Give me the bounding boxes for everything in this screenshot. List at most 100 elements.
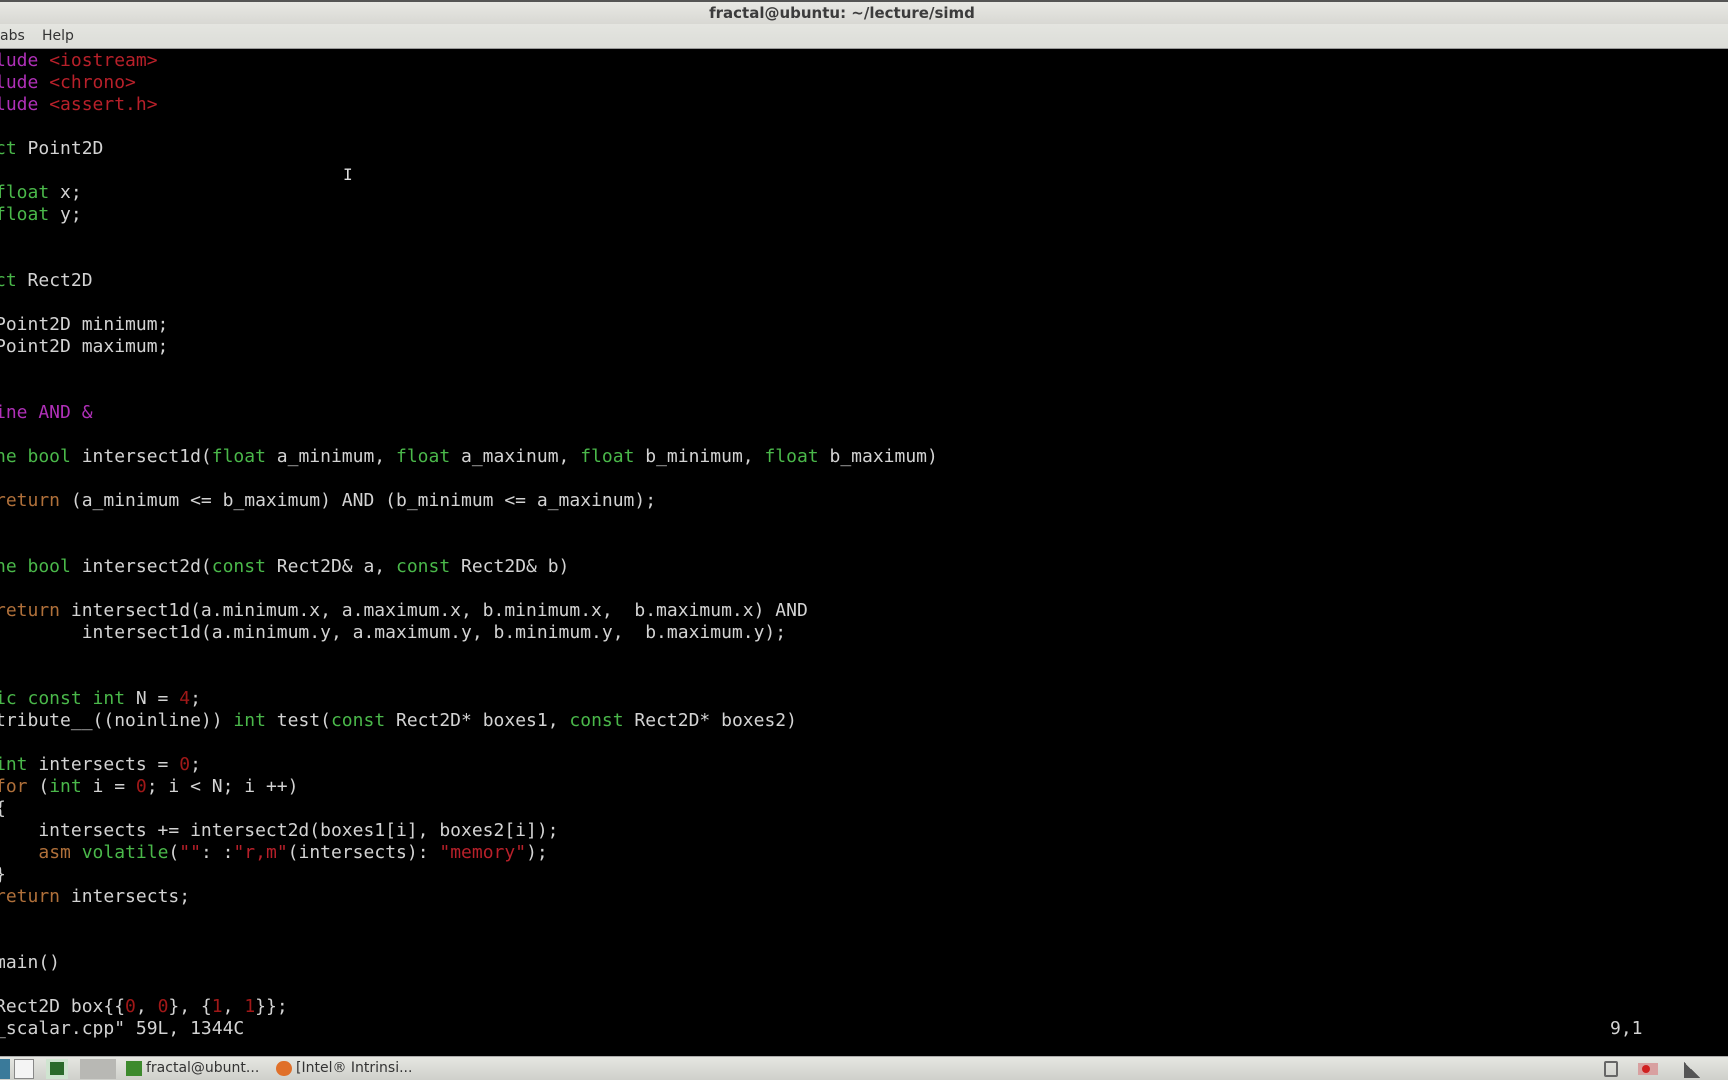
- code-token: ;: [190, 754, 201, 775]
- code-token: float: [211, 446, 266, 467]
- code-token: intersects =: [27, 754, 180, 775]
- code-line: Point2D minimum;: [0, 314, 1728, 336]
- terminal-icon: [126, 1061, 142, 1076]
- code-token: test(: [265, 710, 331, 731]
- code-token: intersect1d(a.minimum.y, a.maximum.y, b.…: [0, 622, 787, 643]
- code-token: 0: [125, 996, 136, 1017]
- code-line: lude <iostream>: [0, 50, 1728, 72]
- recording-icon[interactable]: [1638, 1063, 1658, 1075]
- code-token: Rect2D: [16, 270, 93, 291]
- code-token: Rect2D box{{: [0, 996, 126, 1017]
- code-token: 0: [135, 776, 147, 797]
- code-token: "": [179, 842, 201, 863]
- code-token: a_maxinum,: [450, 446, 581, 467]
- code-token: "memory": [439, 842, 527, 863]
- code-token: lude: [0, 94, 39, 115]
- code-line: intersects += intersect2d(boxes1[i], box…: [0, 820, 1728, 842]
- window-title-bar[interactable]: fractal@ubuntu: ~/lecture/simd: [0, 0, 1728, 24]
- vim-editor[interactable]: lude <iostream> lude <chrono> lude <assert…: [0, 50, 1728, 1018]
- code-token: asm: [38, 842, 71, 863]
- code-token: Rect2D* boxes1,: [385, 710, 570, 731]
- code-token: N =: [125, 688, 180, 709]
- code-token: "r,m": [233, 842, 288, 863]
- code-token: {: [0, 798, 6, 819]
- task-label: [Intel® Intrinsi...: [296, 1060, 413, 1076]
- menu-help[interactable]: Help: [42, 28, 74, 44]
- code-token: }: [0, 864, 6, 885]
- code-token: Point2D: [16, 138, 104, 159]
- code-token: const: [211, 556, 266, 577]
- code-token: }};: [255, 996, 288, 1017]
- code-token: for: [0, 776, 28, 797]
- code-token: 0: [157, 996, 169, 1017]
- code-line: lude <assert.h>: [0, 94, 1728, 116]
- code-token: ct: [0, 270, 17, 291]
- code-token: (: [168, 842, 180, 863]
- signal-icon[interactable]: [1684, 1062, 1700, 1078]
- code-line: return intersects;: [0, 886, 1728, 908]
- code-line: asm volatile("": :"r,m"(intersects): "me…: [0, 842, 1728, 864]
- task-firefox[interactable]: [Intel® Intrinsi...: [274, 1058, 424, 1079]
- code-token: ne bool: [0, 446, 71, 467]
- terminal-launcher-icon[interactable]: [46, 1059, 68, 1079]
- menu-tabs[interactable]: abs: [0, 28, 25, 44]
- code-token: y;: [49, 204, 82, 225]
- task-terminal[interactable]: fractal@ubunt...: [124, 1058, 266, 1079]
- code-token: x;: [49, 182, 82, 203]
- code-line: Point2D maximum;: [0, 336, 1728, 358]
- code-token: float: [580, 446, 635, 467]
- code-line: tribute__((noinline)) int test(const Rec…: [0, 710, 1728, 732]
- code-token: 0: [179, 754, 191, 775]
- code-line: ic const int N = 4;: [0, 688, 1728, 710]
- code-token: <assert.h>: [49, 94, 158, 115]
- code-token: ,: [135, 996, 158, 1017]
- workspace-icon[interactable]: [80, 1059, 116, 1079]
- code-token: int: [49, 776, 82, 797]
- code-line: main(): [0, 952, 1728, 974]
- code-token: ne bool: [0, 556, 71, 577]
- code-line: }: [0, 864, 1728, 886]
- code-token: const: [330, 710, 386, 731]
- code-token: ;: [190, 688, 201, 709]
- code-token: Rect2D* boxes2): [623, 710, 797, 731]
- code-token: ,: [222, 996, 245, 1017]
- show-desktop-icon[interactable]: [14, 1059, 34, 1079]
- code-token: return: [0, 886, 61, 907]
- code-token: float: [0, 182, 50, 203]
- code-token: intersect2d(: [70, 556, 212, 577]
- battery-icon[interactable]: [1604, 1061, 1618, 1077]
- code-line: ct Rect2D: [0, 270, 1728, 292]
- code-token: lude: [0, 50, 39, 71]
- code-token: Point2D minimum;: [0, 314, 169, 335]
- taskbar: fractal@ubunt... [Intel® Intrinsi...: [0, 1056, 1728, 1080]
- code-line: float y;: [0, 204, 1728, 226]
- code-token: 1: [211, 996, 223, 1017]
- code-line: Rect2D box{{0, 0}, {1, 1}};: [0, 996, 1728, 1018]
- code-token: return: [0, 600, 61, 621]
- code-token: 1: [244, 996, 256, 1017]
- code-token: (a_minimum <= b_maximum) AND (b_minimum …: [60, 490, 657, 511]
- code-token: (: [27, 776, 50, 797]
- code-token: intersects += intersect2d(boxes1[i], box…: [0, 820, 559, 841]
- code-line: ne bool intersect2d(const Rect2D& a, con…: [0, 556, 1728, 578]
- code-token: const: [569, 710, 624, 731]
- code-line: for (int i = 0; i < N; i ++): [0, 776, 1728, 798]
- code-line: int intersects = 0;: [0, 754, 1728, 776]
- menu-icon[interactable]: [0, 1059, 10, 1079]
- menu-bar: abs Help: [0, 24, 1728, 49]
